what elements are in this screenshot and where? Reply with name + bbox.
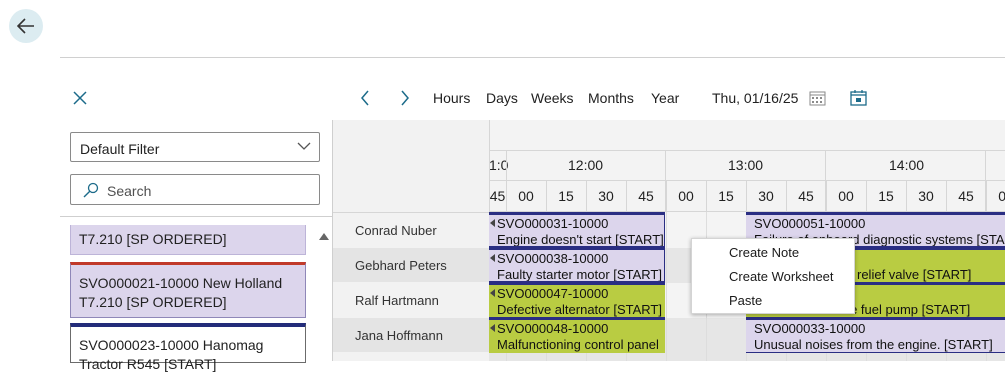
task-desc: Engine doesn't start [START] bbox=[497, 232, 664, 247]
minute-label: 30 bbox=[758, 188, 774, 204]
menu-item-create-worksheet[interactable]: Create Worksheet bbox=[729, 269, 834, 284]
resource-row[interactable]: Gebhard Peters bbox=[333, 248, 489, 282]
minute-label: 00 bbox=[518, 188, 534, 204]
context-menu: Create Note Create Worksheet Paste bbox=[691, 238, 855, 314]
task-desc: relief valve [START] bbox=[857, 267, 972, 282]
triangle-left-icon bbox=[490, 289, 495, 297]
minute-label: 30 bbox=[918, 188, 934, 204]
close-icon bbox=[73, 91, 87, 105]
task-bar[interactable]: SVO000038-10000 Faulty starter motor [ST… bbox=[489, 247, 665, 282]
order-card-line2: Tractor R545 [START] bbox=[79, 356, 217, 372]
minute-label: 15 bbox=[878, 188, 894, 204]
next-period-button[interactable] bbox=[396, 89, 414, 107]
arrow-left-icon bbox=[17, 18, 34, 34]
task-id: SVO000038-10000 bbox=[497, 251, 609, 266]
task-bar[interactable]: SVO000047-10000 Defective alternator [ST… bbox=[489, 282, 665, 317]
task-id: SVO000051-10000 bbox=[754, 216, 866, 231]
grid-column-line bbox=[666, 212, 667, 361]
task-desc: Malfunctioning control panel bbox=[497, 337, 659, 352]
back-button[interactable] bbox=[9, 9, 43, 43]
minute-label: 45 bbox=[638, 188, 654, 204]
hour-label: 14:00 bbox=[889, 157, 925, 173]
order-card-line2: T7.210 [SP ORDERED] bbox=[79, 294, 227, 310]
resource-row[interactable]: Conrad Nuber bbox=[333, 213, 489, 247]
hour-label: 13:00 bbox=[728, 157, 764, 173]
minute-label: 00 bbox=[678, 188, 694, 204]
triangle-left-icon bbox=[490, 324, 495, 332]
filter-select[interactable]: Default Filter bbox=[70, 132, 320, 162]
order-card[interactable]: SVO000023-10000 Hanomag Tractor R545 [ST… bbox=[70, 323, 306, 372]
triangle-left-icon bbox=[490, 219, 495, 227]
order-card-line1: T7.210 [SP ORDERED] bbox=[79, 231, 227, 247]
task-desc: Faulty starter motor [START] bbox=[497, 267, 662, 282]
task-desc: Defective alternator [START] bbox=[497, 302, 662, 317]
header-divider-h bbox=[489, 180, 1005, 181]
menu-item-create-note[interactable]: Create Note bbox=[729, 245, 799, 260]
order-card-line1: SVO000021-10000 New Holland bbox=[79, 275, 283, 291]
resource-row[interactable]: Ralf Hartmann bbox=[333, 283, 489, 317]
search-icon bbox=[83, 182, 99, 198]
prev-period-button[interactable] bbox=[356, 89, 374, 107]
calendar-today-icon bbox=[849, 90, 867, 106]
chevron-left-icon bbox=[361, 90, 369, 106]
task-bar[interactable]: SVO000033-10000 Unusual noises from the … bbox=[746, 317, 1005, 353]
task-id: SVO000031-10000 bbox=[497, 216, 609, 231]
minute-label: 45 bbox=[798, 188, 814, 204]
chevron-down-icon bbox=[297, 142, 311, 150]
resource-row[interactable]: Jana Hoffmann bbox=[333, 318, 489, 352]
view-year[interactable]: Year bbox=[651, 90, 679, 106]
search-input[interactable]: Search bbox=[70, 174, 320, 205]
date-field[interactable]: Thu, 01/16/25 bbox=[712, 90, 798, 106]
minute-label: 00 bbox=[998, 188, 1005, 204]
calendar-button[interactable] bbox=[808, 89, 826, 107]
scroll-up-arrow[interactable] bbox=[319, 233, 329, 240]
close-button[interactable] bbox=[71, 89, 89, 107]
order-card[interactable]: SVO000021-10000 New Holland T7.210 [SP O… bbox=[70, 262, 306, 318]
task-id: SVO000033-10000 bbox=[754, 321, 866, 336]
minute-label: 45 bbox=[958, 188, 974, 204]
task-bar[interactable]: SVO000031-10000 Engine doesn't start [ST… bbox=[489, 212, 665, 247]
view-weeks[interactable]: Weeks bbox=[531, 90, 574, 106]
today-button[interactable] bbox=[849, 89, 867, 107]
hour-label: 12:00 bbox=[568, 157, 604, 173]
filter-select-value: Default Filter bbox=[80, 141, 160, 157]
triangle-left-icon bbox=[490, 254, 495, 262]
menu-item-paste[interactable]: Paste bbox=[729, 293, 762, 308]
resource-name: Ralf Hartmann bbox=[355, 292, 439, 308]
calendar-icon bbox=[809, 91, 825, 106]
minute-label: 45 bbox=[489, 188, 506, 204]
resource-name: Conrad Nuber bbox=[355, 222, 437, 238]
view-hours[interactable]: Hours bbox=[433, 90, 470, 106]
chevron-right-icon bbox=[401, 90, 409, 106]
search-placeholder: Search bbox=[107, 183, 152, 199]
task-desc: Unusual noises from the engine. [START] bbox=[754, 337, 993, 352]
task-bar[interactable]: SVO000048-10000 Malfunctioning control p… bbox=[489, 317, 665, 353]
minute-label: 15 bbox=[558, 188, 574, 204]
task-id: SVO000048-10000 bbox=[497, 321, 609, 336]
minute-label: 00 bbox=[838, 188, 854, 204]
view-days[interactable]: Days bbox=[486, 90, 518, 106]
minute-label: 30 bbox=[598, 188, 614, 204]
minute-label: 15 bbox=[718, 188, 734, 204]
order-card[interactable]: T7.210 [SP ORDERED] bbox=[70, 225, 306, 255]
order-card-line1: SVO000023-10000 Hanomag bbox=[79, 337, 264, 353]
header-divider bbox=[60, 57, 1005, 58]
filter-divider bbox=[60, 216, 332, 217]
resource-name: Jana Hoffmann bbox=[355, 327, 443, 343]
header-divider-h bbox=[489, 150, 1005, 151]
task-id: SVO000047-10000 bbox=[497, 286, 609, 301]
view-months[interactable]: Months bbox=[588, 90, 634, 106]
resource-name: Gebhard Peters bbox=[355, 257, 447, 273]
